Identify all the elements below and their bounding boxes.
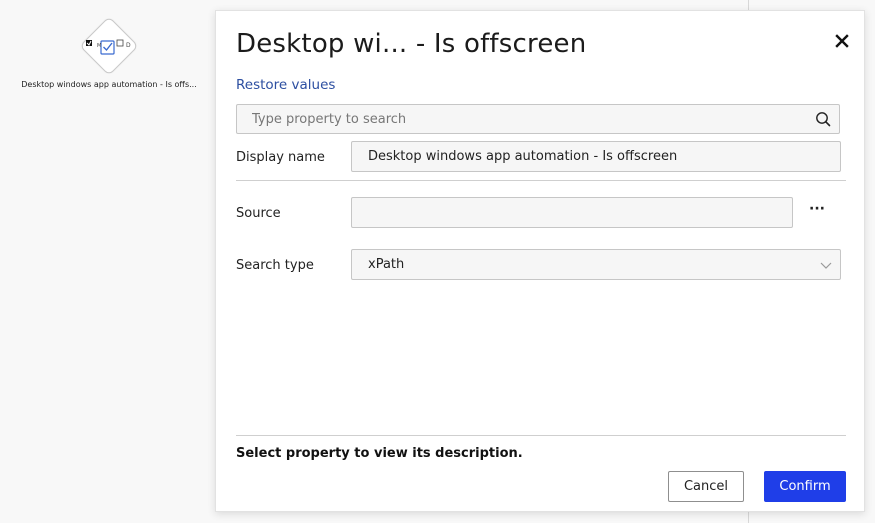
section-divider [236,180,846,181]
search-type-select[interactable]: xPath [351,249,841,280]
workflow-node[interactable]: M D [78,15,139,76]
property-search [236,104,840,134]
svg-text:D: D [126,42,131,49]
svg-text:M: M [97,43,101,49]
search-type-value: xPath [368,257,405,272]
search-icon[interactable] [815,111,831,127]
property-search-input[interactable] [237,105,807,133]
search-type-label: Search type [236,258,314,273]
ellipsis-icon[interactable]: ··· [806,201,828,223]
source-label: Source [236,206,281,221]
display-name-label: Display name [236,150,325,165]
source-field[interactable] [351,197,793,228]
checkbox-diamond-icon: M D [86,39,131,55]
node-label: Desktop windows app automation - Is offs… [21,80,197,89]
restore-values-link[interactable]: Restore values [236,77,335,93]
property-description: Select property to view its description. [236,446,523,461]
cancel-button[interactable]: Cancel [668,471,744,502]
properties-dialog: Desktop wi... - Is offscreen Restore val… [215,10,865,512]
chevron-down-icon [820,262,832,269]
confirm-button[interactable]: Confirm [764,471,846,502]
description-divider [236,435,846,436]
close-icon[interactable] [832,31,852,51]
display-name-field[interactable]: Desktop windows app automation - Is offs… [351,141,841,172]
dialog-title: Desktop wi... - Is offscreen [236,29,587,59]
